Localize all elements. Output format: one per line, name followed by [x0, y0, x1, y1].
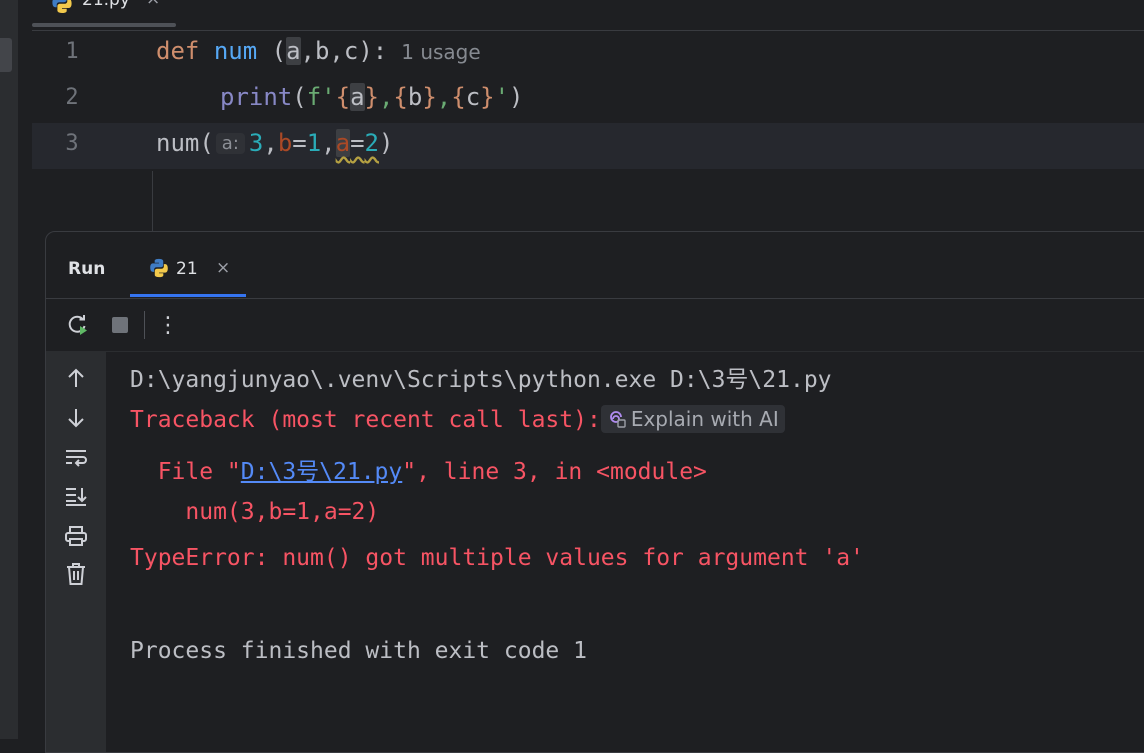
function-name: num — [213, 37, 258, 65]
number-literal: 1 — [306, 129, 322, 157]
explain-with-ai-button[interactable]: Explain with AI — [600, 405, 785, 433]
run-tab-21[interactable]: 21 × — [130, 232, 246, 298]
arrow-up-icon[interactable] — [62, 364, 90, 392]
active-tab-indicator — [32, 23, 176, 27]
fstring-text: , — [378, 83, 394, 111]
close-icon[interactable]: × — [216, 258, 230, 278]
python-file-icon — [148, 257, 170, 283]
usage-hint[interactable]: 1 usage — [387, 40, 480, 64]
fstring-var-a: a — [350, 83, 365, 111]
console-traceback-line: Traceback (most recent call last): Explai… — [130, 405, 785, 434]
fstring-var-c: c — [465, 83, 481, 111]
code-punct: ) — [378, 129, 394, 157]
traceback-text: Traceback (most recent call last): — [130, 407, 601, 433]
left-tool-strip — [0, 0, 18, 739]
line-number[interactable]: 2 — [32, 85, 112, 110]
code-line-3[interactable]: num(a: 3,b=1,a=2) — [156, 129, 393, 157]
fstring-brace: } — [422, 83, 437, 111]
run-title: Run — [68, 259, 106, 279]
fstring-brace: { — [451, 83, 466, 111]
file-suffix: ", line 3, in <module> — [402, 459, 707, 485]
line-number[interactable]: 1 — [32, 39, 112, 64]
editor-tab-label: 21.py — [82, 0, 130, 10]
param-inlay-hint: a: — [215, 133, 245, 154]
code-punct: = — [292, 129, 307, 157]
fstring-quote: ' — [494, 83, 510, 111]
file-prefix: File " — [130, 459, 241, 485]
console-output[interactable]: D:\yangjunyao\.venv\Scripts\python.exe D… — [130, 352, 1144, 752]
fstring-brace: { — [393, 83, 408, 111]
fstring-brace: { — [335, 83, 351, 111]
print-icon[interactable] — [62, 522, 90, 550]
toolbar-separator — [144, 311, 145, 339]
tool-strip-marker[interactable] — [0, 38, 12, 72]
close-icon[interactable]: × — [146, 0, 160, 9]
console-side-toolbar — [46, 352, 106, 752]
code-line-1[interactable]: def num (a,b,c): 1 usage — [156, 37, 481, 65]
editor-tab-21-py[interactable]: 21.py × — [32, 0, 176, 30]
number-literal: 2 — [364, 129, 379, 157]
builtin-print: print — [220, 83, 293, 111]
file-path-link[interactable]: D:\3号\21.py — [241, 459, 402, 485]
code-punct: , — [263, 129, 278, 157]
code-punct: ( — [257, 37, 287, 65]
number-literal: 3 — [248, 129, 264, 157]
code-params: ,b,c): — [300, 37, 388, 65]
trash-icon[interactable] — [62, 560, 90, 588]
code-punct: , — [321, 129, 336, 157]
rerun-icon[interactable] — [64, 311, 92, 339]
code-punct: = — [350, 129, 365, 157]
run-header: Run 21 × — [46, 232, 1144, 299]
param-a: a — [286, 37, 301, 65]
console-command-line: D:\yangjunyao\.venv\Scripts\python.exe D… — [130, 367, 832, 393]
arrow-down-icon[interactable] — [62, 404, 90, 432]
python-file-icon — [50, 0, 74, 19]
explain-with-ai-label: Explain with AI — [630, 407, 779, 431]
run-tool-window: Run 21 × ⋮ D:\yangjunyao\.venv\Scripts\p… — [45, 231, 1144, 753]
console-exit-line: Process finished with exit code 1 — [130, 638, 587, 664]
line-number[interactable]: 3 — [32, 131, 112, 156]
console-error-line: TypeError: num() got multiple values for… — [130, 545, 864, 571]
stop-icon[interactable] — [106, 311, 134, 339]
code-editor[interactable]: 1 2 3 def num (a,b,c): 1 usage print(f'{a… — [32, 31, 1144, 231]
run-tab-label: 21 — [176, 259, 198, 279]
scroll-to-end-icon[interactable] — [62, 482, 90, 510]
code-punct: ) — [509, 83, 524, 111]
ai-spiral-icon — [609, 411, 626, 428]
console-file-line: File "D:\3号\21.py", line 3, in <module> — [130, 452, 707, 486]
more-options-icon[interactable]: ⋮ — [154, 311, 182, 339]
indent-guide — [152, 171, 153, 231]
fstring-brace: } — [480, 83, 495, 111]
keyword-arg-a-warning[interactable]: a — [335, 129, 351, 157]
keyword-arg-b: b — [277, 129, 293, 157]
keyword: def — [156, 37, 200, 65]
run-toolbar: ⋮ — [46, 299, 1144, 352]
console-code-line: num(3,b=1,a=2) — [130, 499, 380, 525]
fstring-brace: } — [364, 83, 379, 111]
fstring-var-b: b — [407, 83, 423, 111]
fstring-prefix: f' — [306, 83, 336, 111]
soft-wrap-icon[interactable] — [62, 444, 90, 472]
code-punct: ( — [292, 83, 307, 111]
code-line-2[interactable]: print(f'{a},{b},{c}') — [220, 83, 524, 111]
function-call: num( — [156, 129, 214, 157]
fstring-text: , — [436, 83, 452, 111]
active-tab-indicator — [130, 294, 246, 297]
